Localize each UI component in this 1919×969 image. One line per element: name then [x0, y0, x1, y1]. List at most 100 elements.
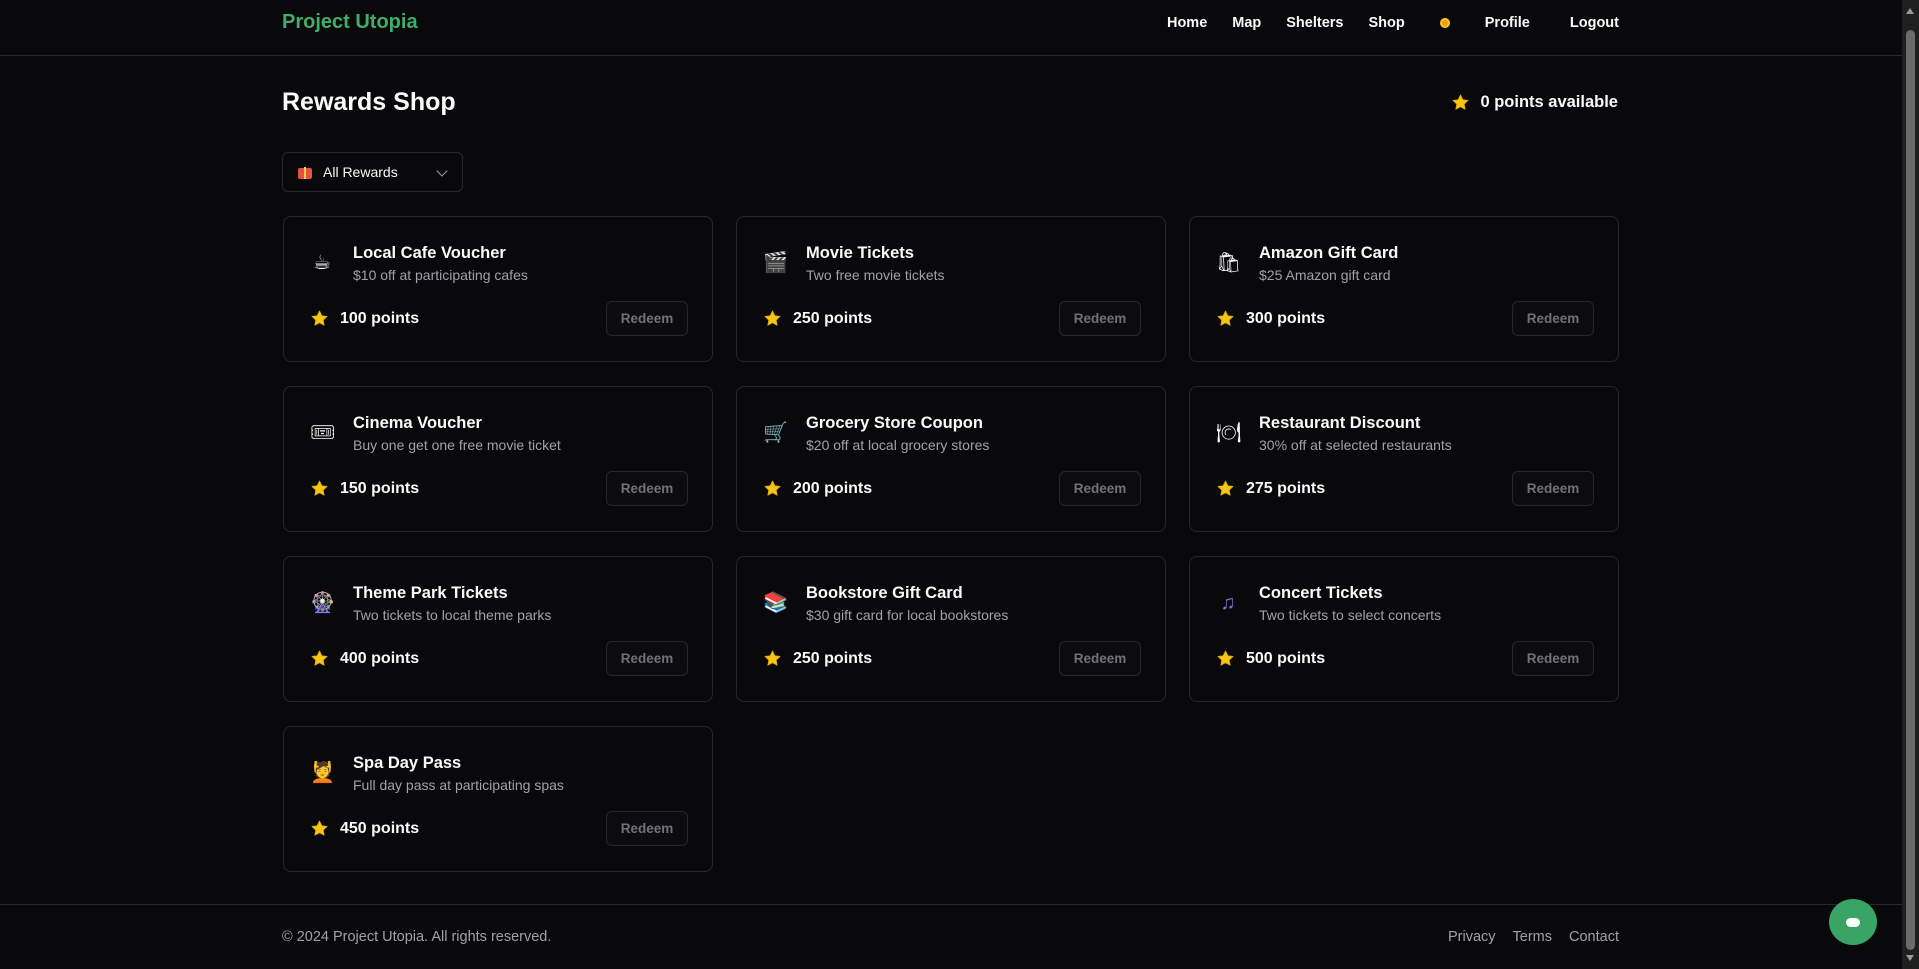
footer-privacy-link[interactable]: Privacy: [1448, 929, 1496, 945]
reward-points: 250 points: [793, 309, 873, 327]
reward-card: 📚 Bookstore Gift Card $30 gift card for …: [736, 556, 1166, 702]
copyright-text: © 2024 Project Utopia. All rights reserv…: [282, 929, 552, 945]
ferris-wheel-icon: 🎡: [310, 592, 335, 614]
reward-category-select[interactable]: All Rewards: [282, 152, 463, 192]
redeem-button[interactable]: Redeem: [1512, 301, 1594, 336]
ticket-icon: 🎟: [310, 422, 336, 444]
reward-cost: 150 points: [310, 479, 419, 498]
reward-name: Amazon Gift Card: [1259, 244, 1399, 262]
reward-description: Full day pass at participating spas: [353, 777, 564, 793]
spa-person-icon: 💆: [310, 762, 335, 784]
reward-name: Theme Park Tickets: [353, 584, 508, 602]
reward-points: 275 points: [1246, 479, 1326, 497]
books-icon: 📚: [763, 592, 788, 614]
redeem-button[interactable]: Redeem: [1059, 301, 1141, 336]
reward-points: 450 points: [340, 819, 420, 837]
reward-cost: 250 points: [763, 649, 872, 668]
reward-card: 🍽 Restaurant Discount 30% off at selecte…: [1189, 386, 1619, 532]
reward-description: Two tickets to select concerts: [1259, 607, 1442, 623]
scrollbar-thumb[interactable]: [1906, 30, 1915, 950]
reward-description: Buy one get one free movie ticket: [353, 437, 561, 453]
reward-points: 150 points: [340, 479, 420, 497]
redeem-button[interactable]: Redeem: [1512, 471, 1594, 506]
star-icon: [310, 819, 329, 838]
theme-toggle-sun-icon[interactable]: [1438, 16, 1452, 30]
star-icon: [310, 479, 329, 498]
reward-card: 🛍 Amazon Gift Card $25 Amazon gift card …: [1189, 216, 1619, 362]
reward-card: 💆 Spa Day Pass Full day pass at particip…: [283, 726, 713, 872]
points-balance-label: 0 points available: [1480, 93, 1618, 111]
star-icon: [763, 309, 782, 328]
redeem-button[interactable]: Redeem: [1512, 641, 1594, 676]
page: Project Utopia Home Map Shelters Shop Pr…: [0, 0, 1919, 969]
reward-name: Local Cafe Voucher: [353, 244, 506, 262]
nav-home-link[interactable]: Home: [1167, 15, 1207, 31]
reward-points: 200 points: [793, 479, 873, 497]
footer-terms-link[interactable]: Terms: [1513, 929, 1552, 945]
reward-name: Bookstore Gift Card: [806, 584, 963, 602]
reward-points: 100 points: [340, 309, 420, 327]
shopping-cart-icon: 🛒: [763, 422, 788, 444]
reward-description: $10 off at participating cafes: [353, 267, 528, 283]
star-icon: [763, 649, 782, 668]
footer-contact-link[interactable]: Contact: [1569, 929, 1619, 945]
nav-shop-link[interactable]: Shop: [1369, 15, 1405, 31]
footer: © 2024 Project Utopia. All rights reserv…: [0, 904, 1902, 969]
points-balance: 0 points available: [1451, 93, 1618, 112]
reward-card: ♫ Concert Tickets Two tickets to select …: [1189, 556, 1619, 702]
star-icon: [1216, 479, 1235, 498]
star-icon: [1451, 93, 1470, 112]
reward-description: $20 off at local grocery stores: [806, 437, 990, 453]
star-icon: [310, 309, 329, 328]
plate-cutlery-icon: 🍽: [1216, 422, 1242, 444]
star-icon: [1216, 649, 1235, 668]
reward-description: $25 Amazon gift card: [1259, 267, 1391, 283]
reward-cost: 500 points: [1216, 649, 1325, 668]
reward-category-selected: All Rewards: [323, 164, 398, 180]
reward-card: ☕ Local Cafe Voucher $10 off at particip…: [283, 216, 713, 362]
nav-profile-link[interactable]: Profile: [1485, 15, 1530, 31]
main-nav: Home Map Shelters Shop Profile Logout: [1167, 14, 1619, 32]
music-note-icon: ♫: [1220, 592, 1236, 614]
top-nav-bar: Project Utopia Home Map Shelters Shop Pr…: [0, 0, 1902, 56]
reward-points: 250 points: [793, 649, 873, 667]
chat-button[interactable]: [1829, 899, 1877, 945]
star-icon: [310, 649, 329, 668]
nav-map-link[interactable]: Map: [1232, 15, 1261, 31]
scroll-up-arrow-icon[interactable]: [1906, 8, 1914, 14]
chevron-down-icon: [436, 165, 448, 177]
reward-points: 400 points: [340, 649, 420, 667]
star-icon: [1216, 309, 1235, 328]
reward-name: Concert Tickets: [1259, 584, 1383, 602]
redeem-button[interactable]: Redeem: [606, 641, 688, 676]
redeem-button[interactable]: Redeem: [1059, 471, 1141, 506]
reward-cost: 300 points: [1216, 309, 1325, 328]
reward-name: Spa Day Pass: [353, 754, 462, 772]
reward-points: 500 points: [1246, 649, 1326, 667]
scroll-down-arrow-icon[interactable]: [1906, 955, 1914, 961]
reward-name: Grocery Store Coupon: [806, 414, 983, 432]
reward-description: $30 gift card for local bookstores: [806, 607, 1009, 623]
page-title: Rewards Shop: [282, 88, 456, 116]
brand-logo[interactable]: Project Utopia: [282, 11, 418, 34]
redeem-button[interactable]: Redeem: [1059, 641, 1141, 676]
reward-cost: 250 points: [763, 309, 872, 328]
redeem-button[interactable]: Redeem: [606, 811, 688, 846]
star-icon: [763, 479, 782, 498]
vertical-scrollbar[interactable]: [1902, 0, 1919, 969]
reward-name: Movie Tickets: [806, 244, 914, 262]
reward-cost: 450 points: [310, 819, 419, 838]
reward-card: 🛒 Grocery Store Coupon $20 off at local …: [736, 386, 1166, 532]
shopping-bags-icon: 🛍: [1216, 252, 1242, 274]
clapperboard-icon: 🎬: [763, 252, 788, 274]
reward-card: 🎡 Theme Park Tickets Two tickets to loca…: [283, 556, 713, 702]
reward-cost: 275 points: [1216, 479, 1325, 498]
coffee-icon: ☕: [313, 252, 331, 274]
nav-logout-link[interactable]: Logout: [1570, 15, 1619, 31]
redeem-button[interactable]: Redeem: [606, 471, 688, 506]
reward-cost: 200 points: [763, 479, 872, 498]
redeem-button[interactable]: Redeem: [606, 301, 688, 336]
reward-card: 🎟 Cinema Voucher Buy one get one free mo…: [283, 386, 713, 532]
reward-description: 30% off at selected restaurants: [1259, 437, 1452, 453]
nav-shelters-link[interactable]: Shelters: [1286, 15, 1343, 31]
